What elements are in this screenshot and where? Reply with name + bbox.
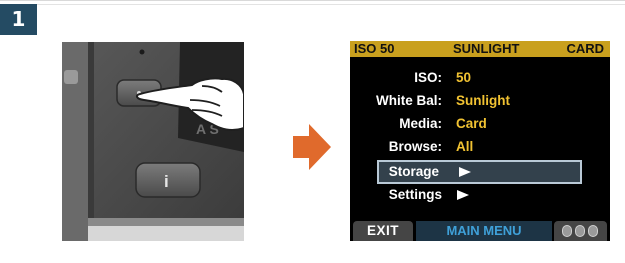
menu-item-label: Media	[399, 116, 438, 131]
menu-item-label: ISO	[414, 70, 438, 85]
right-arrow-icon	[293, 124, 331, 170]
menu-item-media[interactable]: Media: Card	[350, 113, 610, 135]
menu-title: MAIN MENU	[416, 221, 552, 241]
exit-button[interactable]: EXIT	[353, 221, 413, 241]
bottom-bar: EXIT MAIN MENU	[350, 219, 610, 241]
menu-item-white-balance[interactable]: White Bal: Sunlight	[350, 90, 610, 112]
menu-item-value: Card	[456, 116, 487, 131]
menu-item-label: White Bal	[375, 93, 438, 108]
camera-photo: A S i	[62, 42, 244, 241]
label-colon: :	[437, 116, 443, 131]
menu-item-browse[interactable]: Browse: All	[350, 136, 610, 158]
menu-item-label: Settings	[388, 187, 442, 202]
menu-item-value: Sunlight	[456, 93, 510, 108]
menu-item-label: Browse	[388, 139, 438, 154]
label-colon: :	[437, 93, 443, 108]
submenu-arrow-icon	[457, 190, 469, 200]
wheel-dial-icon	[588, 225, 598, 237]
wheel-dial-icon	[562, 225, 572, 237]
status-bar: ISO 50 SUNLIGHT CARD	[350, 41, 610, 57]
menu-item-value: All	[456, 139, 474, 154]
menu-item-iso[interactable]: ISO: 50	[350, 67, 610, 89]
status-storage: CARD	[566, 41, 604, 56]
menu-item-settings[interactable]: Settings	[350, 184, 610, 206]
menu-item-value: 50	[456, 70, 472, 85]
step-number-badge: 1	[0, 4, 37, 35]
menu-item-label: Storage	[388, 164, 439, 179]
camera-illustration: A S i	[62, 42, 244, 241]
submenu-arrow-icon	[459, 167, 471, 177]
status-iso: ISO 50	[354, 41, 395, 56]
label-colon: :	[437, 139, 443, 154]
label-colon: :	[437, 70, 443, 85]
svg-text:i: i	[164, 172, 169, 191]
top-divider	[0, 0, 625, 1]
status-white-balance: SUNLIGHT	[453, 41, 520, 56]
scroll-wheel-icon[interactable]	[554, 221, 607, 241]
menu-item-storage[interactable]: Storage	[377, 160, 582, 184]
wheel-dial-icon	[575, 225, 585, 237]
step-header-line	[37, 4, 625, 5]
camera-lcd-menu: ISO 50 SUNLIGHT CARD ISO: 50 White Bal: …	[350, 41, 610, 241]
